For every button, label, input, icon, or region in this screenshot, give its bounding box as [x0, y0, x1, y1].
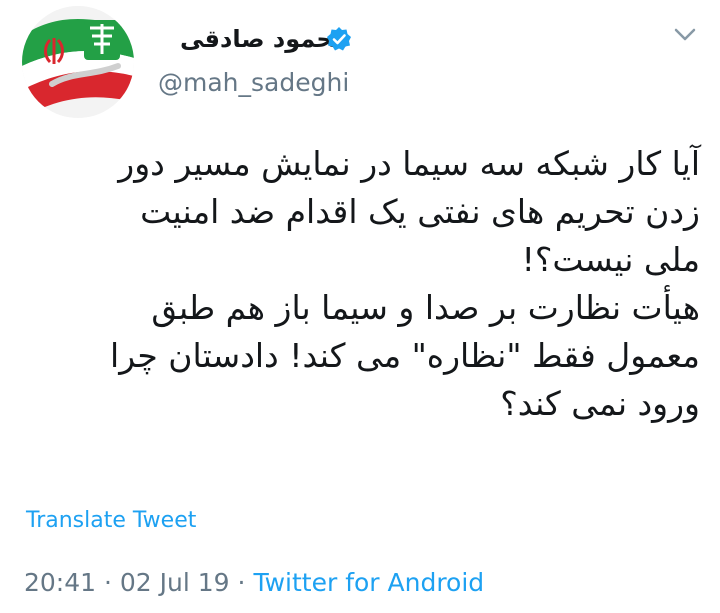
handle[interactable]: @mah_sadeghi — [158, 66, 349, 100]
tweet-meta: 20:41 · 02 Jul 19 · Twitter for Android — [24, 566, 484, 600]
tweet-text-line: آیا کار شبکه سه سیما در نمایش مسیر دور — [118, 144, 700, 183]
display-name[interactable]: محمود صادقی — [180, 22, 348, 56]
tweet-time: 20:41 — [24, 568, 97, 597]
tweet-text-line: زدن تحریم های نفتی یک اقدام ضد امنیت — [140, 192, 700, 231]
avatar-image — [22, 6, 134, 118]
tweet-card: محمود صادقی @mah_sadeghi آیا کار شبکه سه… — [0, 0, 720, 613]
tweet-text: آیا کار شبکه سه سیما در نمایش مسیر دور ز… — [36, 140, 700, 428]
tweet-text-line: هیأت نظارت بر صدا و سیما باز هم طبق — [151, 288, 700, 327]
tweet-source-link[interactable]: Twitter for Android — [253, 568, 484, 597]
tweet-text-line: ملی نیست؟! — [521, 240, 700, 279]
tweet-text-line: معمول فقط "نظاره" می کند! دادستان چرا — [110, 336, 700, 375]
meta-separator: · — [104, 568, 112, 597]
tweet-text-line: ورود نمی کند؟ — [500, 384, 700, 423]
verified-badge-icon — [327, 27, 351, 51]
chevron-down-icon[interactable] — [674, 28, 696, 42]
tweet-date[interactable]: 02 Jul 19 — [120, 568, 230, 597]
avatar[interactable] — [22, 6, 134, 118]
meta-separator: · — [237, 568, 246, 597]
translate-tweet-link[interactable]: Translate Tweet — [26, 506, 196, 536]
